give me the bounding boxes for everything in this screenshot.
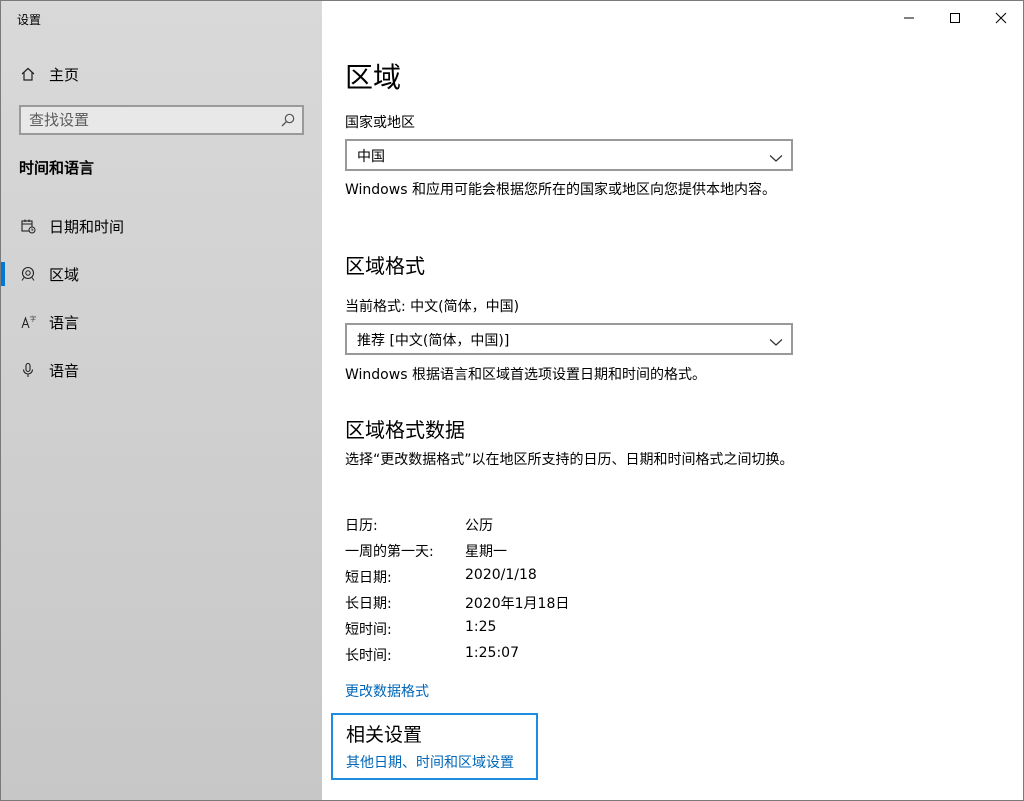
chevron-down-icon	[769, 333, 783, 352]
format-description: Windows 根据语言和区域首选项设置日期和时间的格式。	[345, 367, 706, 383]
related-settings-box: 相关设置 其他日期、时间和区域设置	[331, 713, 538, 780]
chevron-down-icon	[769, 149, 783, 168]
sidebar-item-label: 区域	[49, 265, 80, 284]
country-dropdown[interactable]: 中国	[345, 139, 793, 171]
row-value: 星期一	[465, 544, 507, 560]
sidebar-item-region[interactable]: 区域	[1, 254, 322, 294]
search-icon[interactable]	[280, 112, 296, 132]
section-title: 时间和语言	[19, 159, 95, 177]
sidebar-item-language[interactable]: 字 语言	[1, 302, 322, 342]
home-icon	[19, 65, 37, 83]
microphone-icon	[19, 361, 37, 379]
row-key: 短时间:	[345, 622, 392, 638]
calendar-clock-icon	[19, 217, 37, 235]
format-dropdown[interactable]: 推荐 [中文(简体，中国)]	[345, 323, 793, 355]
search-input[interactable]	[29, 110, 269, 130]
row-key: 长日期:	[345, 596, 392, 612]
search-box	[19, 105, 304, 135]
sidebar: 设置 主页 时间和语言 日期和时间 区域	[1, 1, 322, 800]
format-data-description: 选择“更改数据格式”以在地区所支持的日历、日期和时间格式之间切换。	[345, 452, 794, 468]
window-title: 设置	[17, 13, 42, 27]
row-value: 2020/1/18	[465, 567, 537, 583]
page-title: 区域	[345, 61, 402, 94]
sidebar-item-home[interactable]: 主页	[1, 54, 322, 94]
settings-window: 设置 主页 时间和语言 日期和时间 区域	[0, 0, 1024, 801]
additional-date-time-region-link[interactable]: 其他日期、时间和区域设置	[346, 752, 514, 772]
country-description: Windows 和应用可能会根据您所在的国家或地区向您提供本地内容。	[345, 182, 776, 198]
svg-text:字: 字	[30, 315, 36, 323]
region-globe-icon	[19, 265, 37, 283]
format-heading: 区域格式	[345, 254, 425, 278]
sidebar-item-speech[interactable]: 语音	[1, 350, 322, 390]
main-content: 区域 国家或地区 中国 Windows 和应用可能会根据您所在的国家或地区向您提…	[322, 1, 1023, 800]
row-value: 1:25:07	[465, 645, 519, 661]
current-format-label: 当前格式: 中文(简体，中国)	[345, 299, 520, 315]
country-value: 中国	[357, 149, 385, 165]
row-value: 公历	[465, 518, 493, 534]
sidebar-home-label: 主页	[49, 65, 80, 84]
sidebar-item-label: 日期和时间	[49, 217, 125, 236]
row-value: 2020年1月18日	[465, 596, 570, 612]
related-settings-heading: 相关设置	[346, 724, 423, 746]
language-icon: 字	[19, 313, 37, 331]
format-data-heading: 区域格式数据	[345, 418, 465, 442]
sidebar-item-label: 语言	[49, 313, 80, 332]
sidebar-item-date-time[interactable]: 日期和时间	[1, 206, 322, 246]
row-key: 长时间:	[345, 648, 392, 664]
row-key: 短日期:	[345, 570, 392, 586]
sidebar-item-label: 语音	[49, 361, 80, 380]
country-label: 国家或地区	[345, 115, 415, 131]
row-value: 1:25	[465, 619, 497, 635]
change-data-format-link[interactable]: 更改数据格式	[345, 681, 429, 701]
format-value: 推荐 [中文(简体，中国)]	[357, 333, 510, 349]
row-key: 一周的第一天:	[345, 544, 434, 560]
row-key: 日历:	[345, 518, 378, 534]
